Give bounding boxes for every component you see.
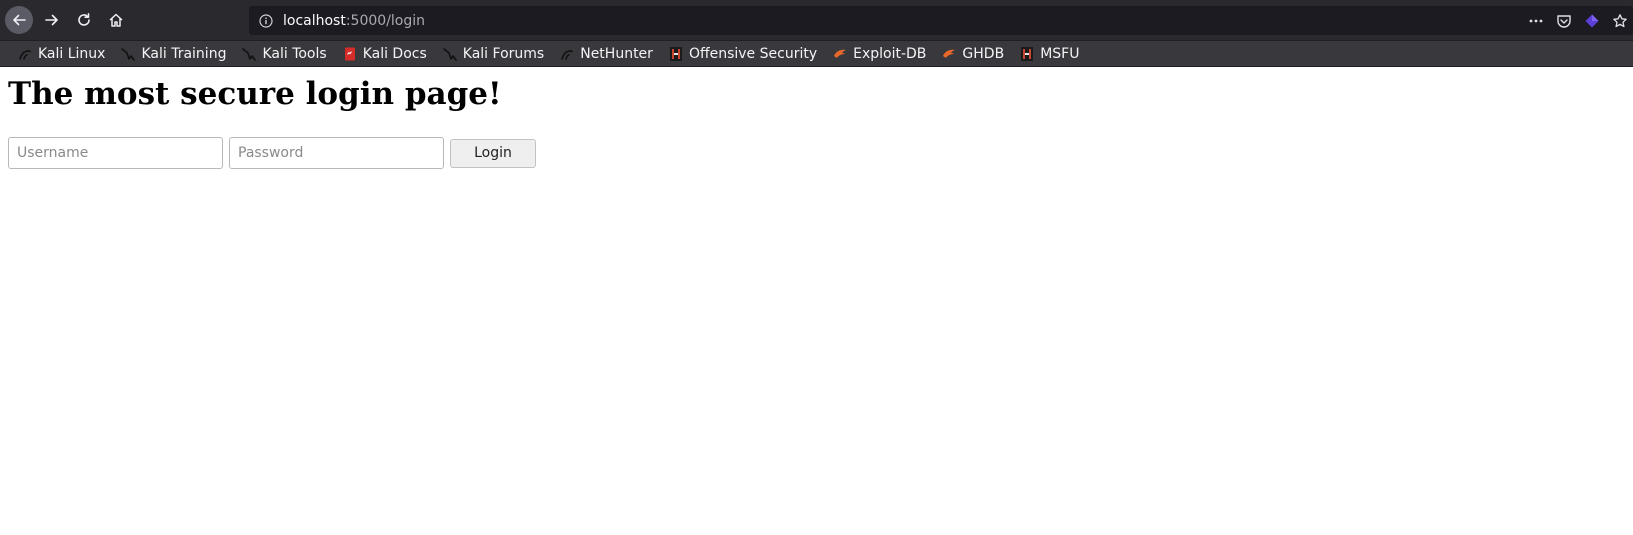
- password-input[interactable]: [229, 137, 444, 169]
- extension-icon[interactable]: [1579, 8, 1605, 34]
- bookmark-label: Kali Tools: [262, 45, 327, 62]
- reload-button[interactable]: [70, 6, 98, 34]
- browser-toolbar: localhost:5000/login: [0, 0, 1633, 41]
- bookmark-label: MSFU: [1040, 45, 1080, 62]
- bookmark-label: Kali Linux: [38, 45, 106, 62]
- bookmark-kali-tools[interactable]: Kali Tools: [238, 43, 330, 65]
- bookmark-label: Exploit-DB: [853, 45, 927, 62]
- username-input[interactable]: [8, 137, 223, 169]
- bookmark-label: Kali Forums: [462, 45, 545, 62]
- offsec-icon: [1020, 46, 1034, 61]
- bookmarks-toolbar: Kali Linux Kali Training Kali Tools Kali…: [0, 41, 1633, 67]
- home-icon: [109, 13, 123, 27]
- offsec-icon: [669, 46, 683, 61]
- login-button[interactable]: Login: [450, 138, 536, 168]
- back-button[interactable]: [5, 6, 33, 34]
- arrow-right-icon: [45, 14, 58, 26]
- bookmark-kali-forums[interactable]: Kali Forums: [439, 43, 548, 65]
- bookmark-ghdb[interactable]: GHDB: [938, 43, 1008, 65]
- forward-button[interactable]: [38, 6, 66, 34]
- bookmark-exploit-db[interactable]: Exploit-DB: [829, 43, 930, 65]
- bookmark-label: GHDB: [962, 45, 1005, 62]
- bookmark-label: Kali Training: [141, 45, 227, 62]
- site-info-icon[interactable]: [259, 13, 273, 28]
- home-button[interactable]: [102, 6, 130, 34]
- address-bar[interactable]: localhost:5000/login: [249, 6, 1633, 35]
- bookmark-star-icon[interactable]: [1607, 8, 1633, 34]
- kali-dragon-icon: [442, 47, 457, 61]
- kali-dragon-icon: [242, 47, 257, 61]
- page-title: The most secure login page!: [8, 76, 502, 112]
- bookmark-msfu[interactable]: MSFU: [1016, 43, 1083, 65]
- kali-dragon-icon: [18, 47, 32, 61]
- bookmark-label: NetHunter: [580, 45, 653, 62]
- kali-dragon-icon: [121, 47, 136, 61]
- kali-docs-icon: [343, 47, 357, 61]
- bookmark-offensive-security[interactable]: Offensive Security: [665, 43, 821, 65]
- bookmark-kali-docs[interactable]: Kali Docs: [339, 43, 431, 65]
- exploit-db-icon: [942, 47, 956, 61]
- url-host: localhost: [283, 12, 346, 29]
- bookmark-label: Kali Docs: [362, 45, 427, 62]
- exploit-db-icon: [833, 47, 847, 61]
- bookmark-label: Offensive Security: [688, 45, 818, 62]
- bookmark-nethunter[interactable]: NetHunter: [556, 43, 657, 65]
- pocket-icon[interactable]: [1551, 8, 1577, 34]
- login-form: Login: [8, 137, 536, 169]
- bookmark-kali-training[interactable]: Kali Training: [117, 43, 230, 65]
- arrow-left-icon: [13, 14, 26, 26]
- url-path: :5000/login: [345, 12, 426, 29]
- kali-dragon-icon: [560, 47, 574, 61]
- url-text[interactable]: localhost:5000/login: [283, 13, 425, 29]
- bookmark-kali-linux[interactable]: Kali Linux: [14, 43, 109, 65]
- page-content: The most secure login page! Login: [0, 68, 1633, 535]
- reload-icon: [78, 13, 90, 26]
- page-actions-icon[interactable]: [1523, 8, 1549, 34]
- urlbar-actions: [1521, 6, 1633, 35]
